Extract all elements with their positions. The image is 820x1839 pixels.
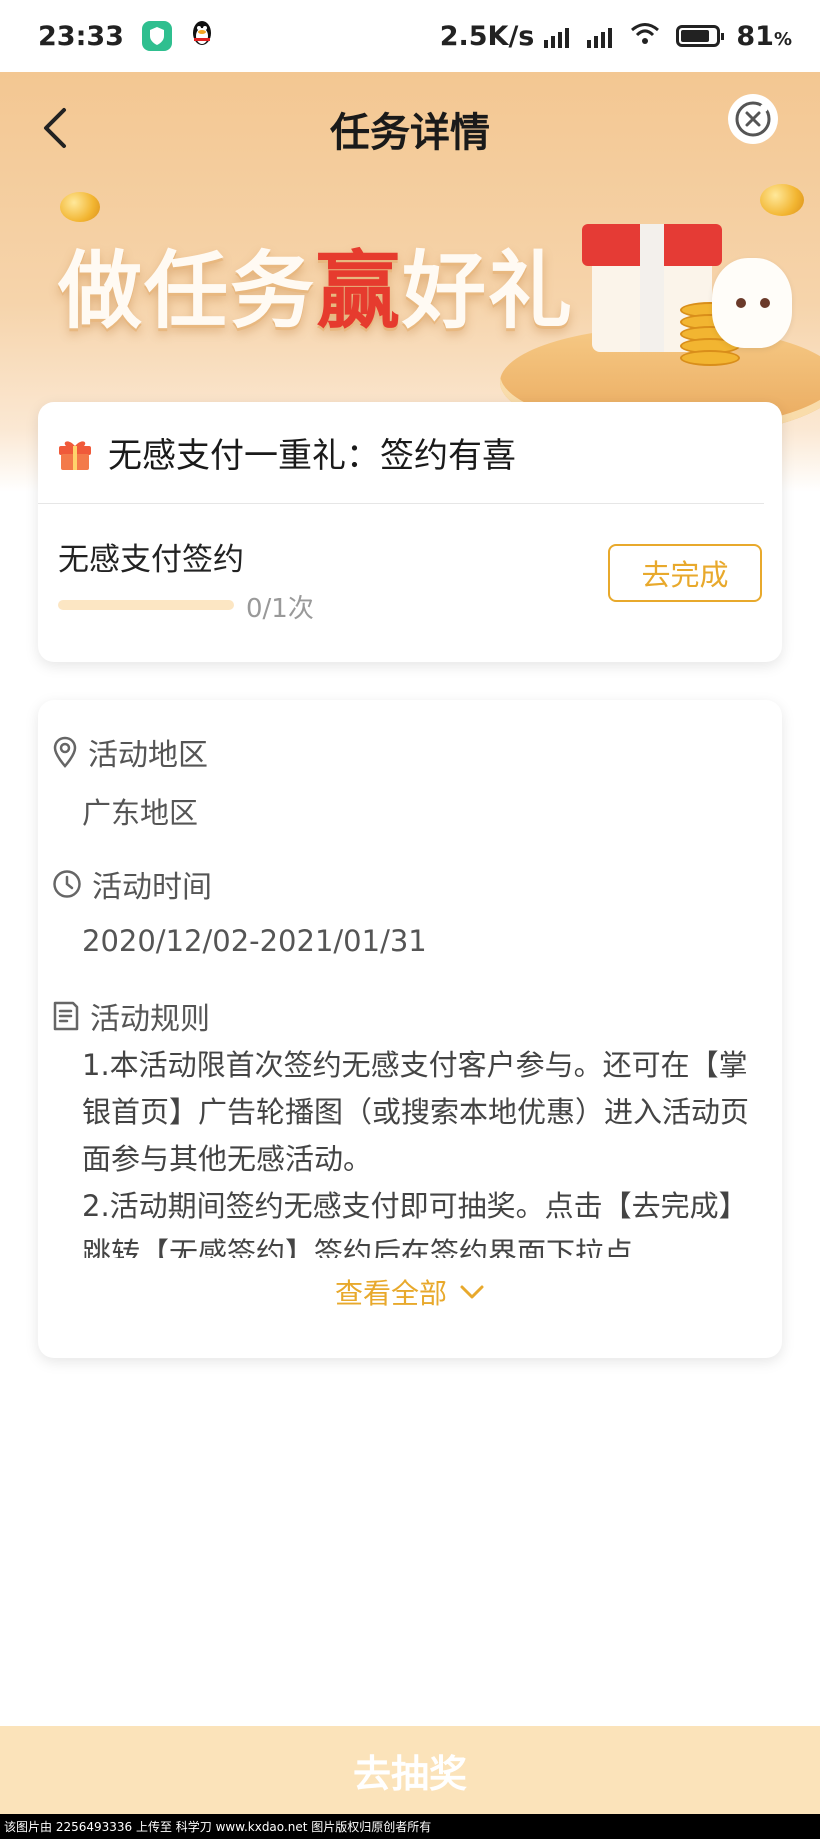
task-card-header: 无感支付一重礼：签约有喜 — [38, 402, 764, 504]
close-icon — [735, 101, 771, 137]
time-value: 2020/12/02-2021/01/31 — [82, 924, 427, 958]
rules-label: 活动规则 — [90, 1002, 210, 1037]
battery-icon — [676, 25, 725, 47]
time-label: 活动时间 — [92, 870, 212, 905]
rule-item: 2.活动期间签约无感支付即可抽奖。点击【去完成】跳转【无感签约】签约后在签约界面… — [82, 1189, 748, 1258]
bottom-action-bar: 去抽奖 — [0, 1726, 820, 1814]
time-row: 活动时间 — [52, 862, 212, 906]
gift-ribbon-illustration — [640, 224, 664, 352]
task-progress-text: 0/1次 — [246, 594, 314, 624]
view-all-label: 查看全部 — [334, 1277, 447, 1310]
coin-decoration — [60, 192, 100, 222]
signal-hd-icon — [544, 24, 570, 48]
network-speed: 2.5K/s — [439, 20, 535, 52]
qq-penguin-icon — [190, 19, 214, 54]
document-icon — [53, 1001, 79, 1031]
status-time: 23:33 — [38, 20, 124, 52]
watermark-bar: 该图片由 2256493336 上传至 科学刀 www.kxdao.net 图片… — [0, 1814, 820, 1839]
task-name: 无感支付签约 — [58, 542, 244, 578]
battery-percent: 81% — [736, 20, 792, 52]
rules-text: 1.本活动限首次签约无感支付客户参与。还可在【掌银首页】广告轮播图（或搜索本地优… — [82, 1042, 758, 1258]
region-label: 活动地区 — [88, 738, 208, 773]
signal-hd-icon-2 — [587, 24, 613, 48]
rules-row: 活动规则 — [52, 994, 210, 1038]
wifi-icon — [630, 21, 660, 52]
task-card-title: 无感支付一重礼：签约有喜 — [108, 436, 516, 476]
coin-decoration — [760, 184, 804, 216]
page-title: 任务详情 — [330, 110, 490, 156]
go-complete-button[interactable]: 去完成 — [608, 544, 762, 602]
banner-slogan: 做任务赢好礼 — [58, 242, 575, 340]
gift-icon — [59, 440, 91, 470]
view-all-button[interactable]: 查看全部 — [38, 1272, 782, 1312]
region-row: 活动地区 — [52, 730, 208, 774]
status-bar: 23:33 2.5K/s 81% — [0, 0, 820, 72]
draw-lottery-button[interactable]: 去抽奖 — [353, 1743, 467, 1798]
chevron-down-icon — [460, 1285, 484, 1299]
rule-item: 1.本活动限首次签约无感支付客户参与。还可在【掌银首页】广告轮播图（或搜索本地优… — [82, 1048, 750, 1176]
region-value: 广东地区 — [82, 796, 199, 830]
location-pin-icon — [53, 736, 77, 768]
clock-icon — [53, 870, 81, 898]
task-card: 无感支付一重礼：签约有喜 无感支付签约 0/1次 去完成 — [38, 402, 782, 662]
task-progress-bar — [58, 600, 234, 610]
mascot-illustration — [712, 258, 792, 348]
close-button[interactable] — [728, 94, 778, 144]
shield-app-icon — [141, 21, 172, 51]
activity-info-card: 活动地区 广东地区 活动时间 2020/12/02-2021/01/31 活动规… — [38, 700, 782, 1358]
